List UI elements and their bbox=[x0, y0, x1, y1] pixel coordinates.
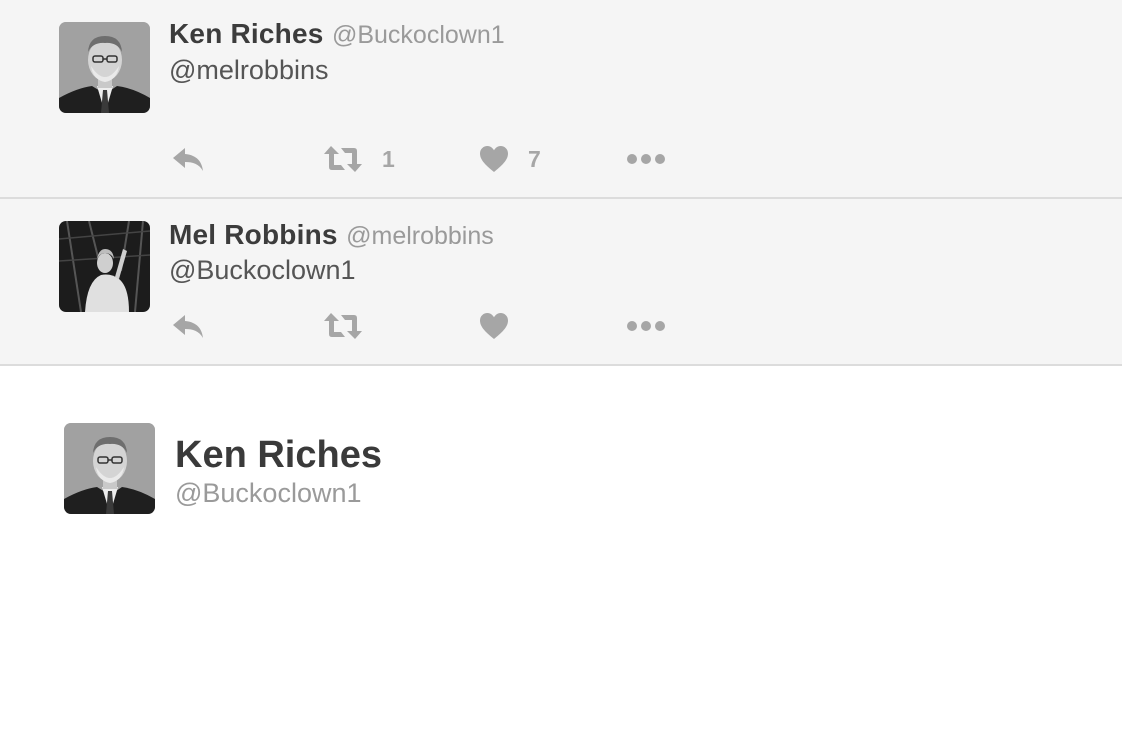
ken-riches-avatar[interactable] bbox=[59, 22, 150, 113]
tweet-item[interactable]: Ken Riches @Buckoclown1 @melrobbins 1 7 bbox=[0, 0, 1122, 199]
mel-robbins-avatar[interactable] bbox=[59, 221, 150, 312]
like-button[interactable] bbox=[479, 312, 509, 340]
heart-icon bbox=[479, 312, 509, 340]
author-handle[interactable]: @Buckoclown1 bbox=[332, 21, 505, 49]
profile-handle[interactable]: @Buckoclown1 bbox=[175, 478, 362, 509]
retweet-count: 1 bbox=[382, 145, 395, 172]
more-button[interactable] bbox=[626, 320, 666, 332]
more-dots-icon bbox=[626, 320, 666, 332]
reply-button[interactable] bbox=[171, 313, 205, 339]
tweet-header: Ken Riches @Buckoclown1 bbox=[169, 18, 505, 50]
reply-icon bbox=[171, 146, 205, 172]
tweet-text[interactable]: @melrobbins bbox=[169, 55, 328, 86]
reply-icon bbox=[171, 313, 205, 339]
more-dots-icon bbox=[626, 153, 666, 165]
author-handle[interactable]: @melrobbins bbox=[346, 222, 494, 250]
reply-button[interactable] bbox=[171, 146, 205, 172]
retweet-button[interactable] bbox=[323, 312, 363, 340]
ken-riches-avatar[interactable] bbox=[64, 423, 155, 514]
author-name[interactable]: Mel Robbins bbox=[169, 219, 338, 250]
author-name[interactable]: Ken Riches bbox=[169, 18, 324, 49]
tweet-text[interactable]: @Buckoclown1 bbox=[169, 255, 356, 286]
tweet-item[interactable]: Mel Robbins @melrobbins @Buckoclown1 bbox=[0, 199, 1122, 366]
retweet-icon bbox=[323, 312, 363, 340]
like-count: 7 bbox=[528, 145, 541, 172]
profile-name[interactable]: Ken Riches bbox=[175, 434, 382, 477]
heart-icon bbox=[479, 145, 509, 173]
profile-card: Ken Riches @Buckoclown1 bbox=[0, 366, 1122, 741]
retweet-icon bbox=[323, 145, 363, 173]
retweet-button[interactable]: 1 bbox=[323, 145, 395, 173]
tweet-header: Mel Robbins @melrobbins bbox=[169, 219, 494, 251]
more-button[interactable] bbox=[626, 153, 666, 165]
like-button[interactable]: 7 bbox=[479, 145, 541, 173]
